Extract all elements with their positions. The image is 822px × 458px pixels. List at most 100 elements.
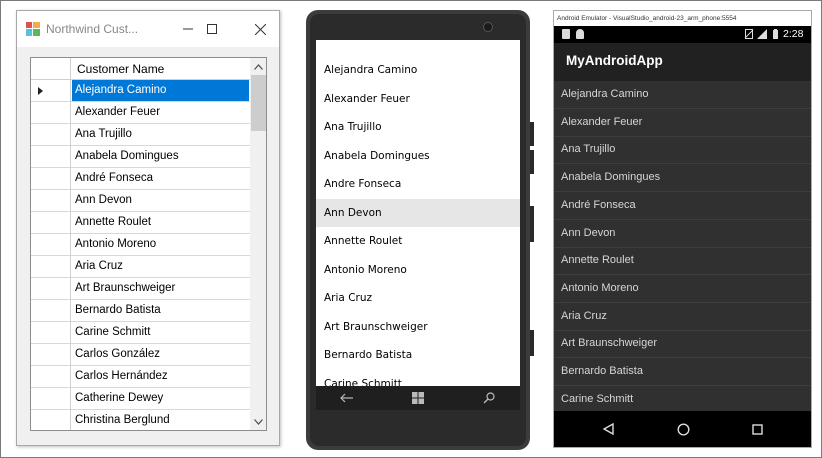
app-title: MyAndroidApp (566, 53, 663, 68)
list-item[interactable]: Alejandra Camino (554, 81, 811, 109)
customer-name-cell[interactable]: Carlos González (72, 344, 249, 365)
customer-datagrid[interactable]: Customer Name Alejandra Camino Alexander … (30, 57, 267, 431)
customer-name-cell[interactable]: Bernardo Batista (72, 300, 249, 321)
windows-start-icon[interactable] (403, 386, 433, 410)
window-titlebar[interactable]: Northwind Cust... (17, 11, 279, 47)
row-header[interactable] (31, 124, 71, 146)
scroll-down-arrow-icon[interactable] (250, 413, 266, 430)
customer-name-cell[interactable]: Carlos Hernández (72, 366, 249, 387)
list-item[interactable]: Art Braunschweiger (554, 330, 811, 359)
customer-name-cell[interactable]: Annette Roulet (72, 212, 249, 233)
row-header[interactable] (31, 344, 71, 366)
list-item[interactable]: Carine Schmitt (554, 386, 811, 411)
table-row[interactable]: Art Braunschweiger (31, 278, 250, 300)
table-row[interactable]: Carlos González (31, 344, 250, 366)
table-row[interactable]: Ann Devon (31, 190, 250, 212)
customer-name-cell[interactable]: Alexander Feuer (72, 102, 249, 123)
list-item[interactable]: Ana Trujillo (316, 113, 520, 141)
battery-icon (773, 29, 778, 39)
list-item[interactable]: Andre Fonseca (316, 170, 520, 198)
list-item[interactable]: Annette Roulet (554, 247, 811, 276)
scroll-thumb[interactable] (251, 75, 266, 131)
table-row[interactable]: Christina Berglund (31, 410, 250, 430)
row-header[interactable] (31, 168, 71, 190)
android-toolbar: MyAndroidApp (554, 43, 811, 81)
list-item[interactable]: Bernardo Batista (554, 358, 811, 386)
phone-customer-list[interactable]: Alejandra Camino Alexander Feuer Ana Truji… (316, 40, 520, 386)
table-row[interactable]: Carine Schmitt (31, 322, 250, 344)
grid-vertical-scrollbar[interactable] (250, 58, 266, 430)
customer-name-cell[interactable]: Antonio Moreno (72, 234, 249, 255)
customer-name-cell[interactable]: Aria Cruz (72, 256, 249, 277)
search-icon[interactable] (474, 386, 504, 410)
no-sim-icon (744, 29, 754, 39)
customer-name-cell[interactable]: Ann Devon (72, 190, 249, 211)
table-row[interactable]: Anabela Domingues (31, 146, 250, 168)
row-header[interactable] (31, 300, 71, 322)
camera-button[interactable] (530, 330, 534, 356)
table-row[interactable]: Aria Cruz (31, 256, 250, 278)
customer-name-cell[interactable]: Carine Schmitt (72, 322, 249, 343)
customer-name-cell[interactable]: Alejandra Camino (72, 80, 249, 101)
customer-name-cell[interactable]: Catherine Dewey (72, 388, 249, 409)
maximize-icon (207, 24, 217, 34)
list-item[interactable]: Anabela Domingues (316, 142, 520, 170)
list-item[interactable]: André Fonseca (554, 192, 811, 220)
customer-name-cell[interactable]: Art Braunschweiger (72, 278, 249, 299)
row-header[interactable] (31, 146, 71, 168)
app-icon (26, 22, 40, 36)
list-item[interactable]: Antonio Moreno (316, 256, 520, 284)
recents-square-icon[interactable] (742, 411, 772, 447)
list-item[interactable]: Aria Cruz (316, 284, 520, 312)
row-header[interactable] (31, 278, 71, 300)
home-circle-icon[interactable] (668, 411, 698, 447)
list-item[interactable]: Alexander Feuer (316, 85, 520, 113)
list-item[interactable]: Annette Roulet (316, 227, 520, 255)
maximize-button[interactable] (189, 11, 235, 47)
row-header[interactable] (31, 388, 71, 410)
back-triangle-icon[interactable] (594, 411, 624, 447)
customer-name-cell[interactable]: André Fonseca (72, 168, 249, 189)
row-header[interactable] (31, 102, 71, 124)
row-header[interactable] (31, 80, 71, 102)
row-header[interactable] (31, 212, 71, 234)
customer-name-cell[interactable]: Anabela Domingues (72, 146, 249, 167)
grid-corner-header[interactable] (31, 58, 71, 80)
customer-name-cell[interactable]: Ana Trujillo (72, 124, 249, 145)
list-item[interactable]: Antonio Moreno (554, 275, 811, 303)
list-item[interactable]: Ann Devon (316, 198, 520, 227)
list-item[interactable]: Ann Devon (554, 220, 811, 248)
row-header[interactable] (31, 190, 71, 212)
list-item[interactable]: Anabela Domingues (554, 164, 811, 193)
list-item[interactable]: Art Braunschweiger (316, 313, 520, 341)
table-row[interactable]: Bernardo Batista (31, 300, 250, 322)
table-row[interactable]: Antonio Moreno (31, 234, 250, 256)
table-row[interactable]: Annette Roulet (31, 212, 250, 234)
table-row[interactable]: Ana Trujillo (31, 124, 250, 146)
list-item[interactable]: Bernardo Batista (316, 341, 520, 369)
list-item[interactable]: Alejandra Camino (316, 56, 520, 84)
scroll-up-arrow-icon[interactable] (250, 58, 266, 75)
android-customer-list[interactable]: Alejandra Camino Alexander Feuer Ana Truji… (554, 81, 811, 411)
list-item[interactable]: Ana Trujillo (554, 136, 811, 165)
list-item[interactable]: Aria Cruz (554, 303, 811, 331)
close-button[interactable] (237, 11, 283, 47)
column-header-customer-name[interactable]: Customer Name (72, 58, 250, 80)
row-header[interactable] (31, 410, 71, 430)
power-button[interactable] (530, 206, 534, 242)
table-row[interactable]: Alexander Feuer (31, 102, 250, 124)
list-item[interactable]: Carine Schmitt (316, 370, 520, 387)
list-item[interactable]: Alexander Feuer (554, 109, 811, 137)
back-icon[interactable] (332, 386, 362, 410)
table-row[interactable]: Alejandra Camino (31, 80, 250, 102)
row-header[interactable] (31, 366, 71, 388)
row-header[interactable] (31, 322, 71, 344)
table-row[interactable]: Carlos Hernández (31, 366, 250, 388)
volume-up-button[interactable] (530, 122, 534, 146)
table-row[interactable]: Catherine Dewey (31, 388, 250, 410)
row-header[interactable] (31, 256, 71, 278)
customer-name-cell[interactable]: Christina Berglund (72, 410, 249, 430)
table-row[interactable]: André Fonseca (31, 168, 250, 190)
row-header[interactable] (31, 234, 71, 256)
volume-down-button[interactable] (530, 150, 534, 174)
